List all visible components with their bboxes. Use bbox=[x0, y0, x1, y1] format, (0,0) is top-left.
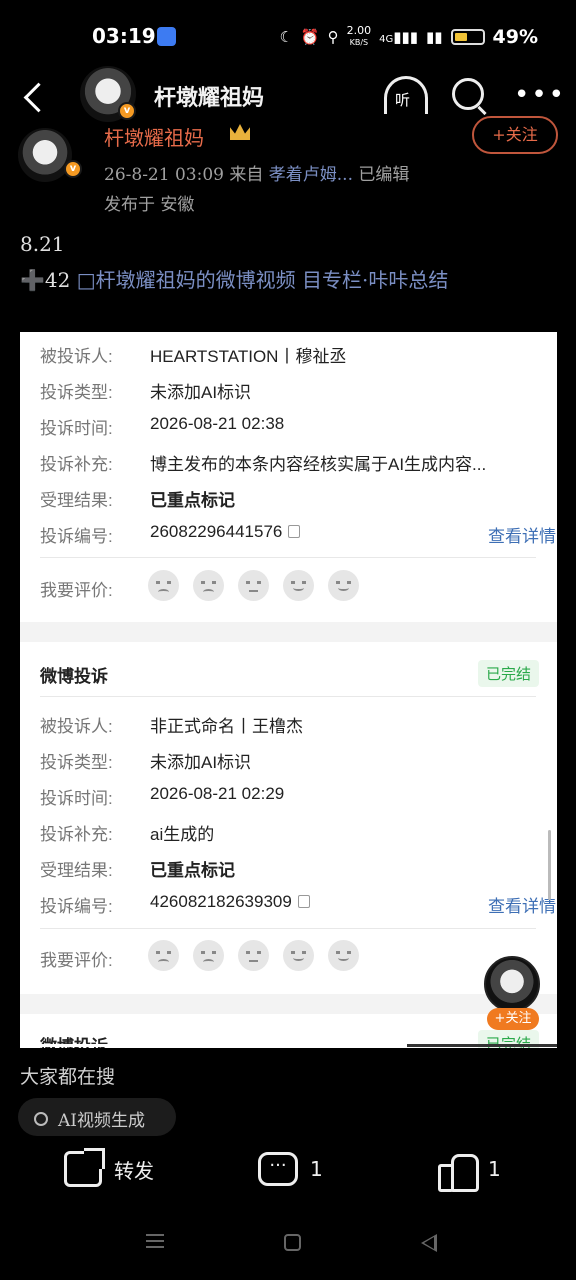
listen-button[interactable]: 听 bbox=[384, 76, 428, 114]
location-icon: ⚲ bbox=[327, 27, 339, 46]
status-badge: 已完结 bbox=[477, 660, 539, 687]
back-triangle-icon[interactable] bbox=[421, 1234, 437, 1252]
floating-follow-button[interactable]: +关注 bbox=[487, 1008, 539, 1030]
author-name[interactable]: 杆墩耀祖妈 bbox=[104, 122, 204, 151]
video-link[interactable]: □杆墩耀祖妈的微博视频 bbox=[77, 268, 296, 292]
rate-label: 我要评价: bbox=[40, 581, 113, 600]
sad-face-icon bbox=[193, 940, 224, 971]
angry-face-icon bbox=[148, 570, 179, 601]
clock: 03:19 bbox=[92, 24, 156, 48]
from-prefix: 来自 bbox=[229, 165, 264, 185]
complaint-row: 投诉时间: 2026-08-21 02:38 bbox=[40, 414, 285, 438]
rate-label: 我要评价: bbox=[40, 951, 113, 970]
post-line-date: 8.21 bbox=[20, 232, 65, 256]
rating-faces bbox=[148, 570, 359, 601]
complaint-row: 被投诉人: HEARTSTATION丨穆祉丞 bbox=[40, 347, 347, 366]
complaint-row: 投诉编号: 426082182639309 查看详情 bbox=[40, 892, 556, 916]
edited-label[interactable]: 已编辑 bbox=[358, 165, 409, 185]
menu-icon[interactable] bbox=[146, 1234, 164, 1248]
author-avatar[interactable] bbox=[484, 956, 540, 1012]
complaint-row: 投诉类型: 未添加AI标识 bbox=[40, 753, 252, 772]
net-speed: 2.00 KB/S bbox=[346, 24, 372, 47]
verified-badge-icon: v bbox=[118, 102, 136, 120]
divider bbox=[40, 928, 536, 929]
plus-count: ➕42 bbox=[20, 268, 71, 292]
column-link[interactable]: 目专栏·咔咔总结 bbox=[302, 268, 448, 292]
complaint-row: 受理结果: 已重点标记 bbox=[40, 491, 235, 510]
app-notification-icon bbox=[157, 27, 176, 46]
search-icon bbox=[34, 1112, 48, 1126]
verified-badge-icon: v bbox=[64, 160, 82, 178]
view-detail-link: 查看详情 bbox=[488, 897, 556, 916]
happy-face-icon bbox=[328, 940, 359, 971]
complaint-row: 投诉类型: 未添加AI标识 bbox=[40, 383, 252, 402]
copy-icon bbox=[288, 525, 301, 538]
neutral-face-icon bbox=[238, 940, 269, 971]
angry-face-icon bbox=[148, 940, 179, 971]
complaint-row: 投诉补充: ai生成的 bbox=[40, 825, 215, 844]
copy-icon bbox=[297, 895, 310, 908]
like-button[interactable]: 1 bbox=[438, 1148, 501, 1192]
crown-icon bbox=[230, 124, 250, 140]
neutral-face-icon bbox=[238, 570, 269, 601]
complaint-screenshot[interactable]: 被投诉人: HEARTSTATION丨穆祉丞 投诉类型: 未添加AI标识 投诉时间:… bbox=[20, 332, 557, 1048]
thumbs-up-icon bbox=[438, 1150, 479, 1192]
post-date: 26-8-21 03:09 bbox=[104, 165, 224, 185]
post-header: v 杆墩耀祖妈 +关注 26-8-21 03:09 来自 孝着卢姆... 已编辑… bbox=[0, 116, 576, 222]
view-detail-link: 查看详情 bbox=[488, 527, 556, 546]
smile-face-icon bbox=[283, 570, 314, 601]
post-source-link[interactable]: 孝着卢姆... bbox=[269, 165, 353, 185]
status-bar: 03:19 ☾ ⏰ ⚲ 2.00 KB/S 4G▮▮▮ ▮▮ 49% bbox=[0, 0, 576, 72]
comment-count: 1 bbox=[310, 1157, 323, 1181]
moon-icon: ☾ bbox=[279, 27, 293, 46]
image-progress-bar bbox=[20, 1044, 557, 1047]
home-icon[interactable] bbox=[284, 1234, 301, 1251]
complaint-row: 受理结果: 已重点标记 bbox=[40, 861, 235, 880]
floating-follow[interactable]: +关注 bbox=[484, 956, 542, 1032]
share-icon bbox=[64, 1148, 105, 1187]
battery-icon bbox=[450, 28, 485, 45]
top-header: v 杆墩耀祖妈 听 ••• bbox=[0, 66, 576, 122]
divider bbox=[40, 557, 536, 558]
section-gap bbox=[20, 994, 557, 1014]
post-location: 发布于 安徽 bbox=[104, 195, 195, 215]
comment-icon: ··· bbox=[258, 1152, 298, 1186]
author-avatar[interactable] bbox=[18, 128, 72, 182]
search-icon[interactable] bbox=[452, 78, 484, 110]
scrollbar bbox=[548, 830, 551, 900]
back-button[interactable] bbox=[20, 78, 46, 116]
complaint-row: 投诉时间: 2026-08-21 02:29 bbox=[40, 784, 285, 808]
happy-face-icon bbox=[328, 570, 359, 601]
section-title: 微博投诉 bbox=[40, 667, 108, 686]
divider bbox=[40, 696, 536, 697]
action-bar: 转发 ··· 1 1 bbox=[0, 1136, 576, 1206]
page-title: 杆墩耀祖妈 bbox=[154, 86, 265, 111]
system-nav-bar bbox=[0, 1206, 576, 1280]
follow-button[interactable]: +关注 bbox=[472, 116, 558, 154]
trending-chip[interactable]: AI视频生成 bbox=[18, 1098, 176, 1136]
complaint-row: 投诉补充: 博主发布的本条内容经核实属于AI生成内容... bbox=[40, 455, 487, 474]
wifi-icon: ▮▮ bbox=[426, 27, 443, 46]
smile-face-icon bbox=[283, 940, 314, 971]
headphone-icon: 听 bbox=[395, 91, 411, 109]
like-count: 1 bbox=[488, 1157, 501, 1181]
complaint-row: 投诉编号: 26082296441576 查看详情 bbox=[40, 522, 556, 546]
section-gap bbox=[20, 622, 557, 642]
trending-title: 大家都在搜 bbox=[20, 1066, 116, 1088]
alarm-icon: ⏰ bbox=[300, 27, 320, 46]
comment-button[interactable]: ··· 1 bbox=[258, 1148, 323, 1190]
sad-face-icon bbox=[193, 570, 224, 601]
complaint-row: 被投诉人: 非正式命名丨王橹杰 bbox=[40, 717, 303, 736]
more-options-icon[interactable]: ••• bbox=[514, 80, 566, 110]
post-text: 8.21 ➕42 □杆墩耀祖妈的微博视频 目专栏·咔咔总结 bbox=[20, 226, 560, 298]
status-icons: ☾ ⏰ ⚲ 2.00 KB/S 4G▮▮▮ ▮▮ 49% bbox=[279, 25, 538, 48]
battery-percent: 49% bbox=[492, 25, 538, 48]
rating-faces bbox=[148, 940, 359, 971]
repost-button[interactable]: 转发 bbox=[64, 1148, 154, 1190]
signal-icon: 4G▮▮▮ bbox=[379, 27, 418, 46]
post-meta: 26-8-21 03:09 来自 孝着卢姆... 已编辑 bbox=[104, 160, 409, 185]
